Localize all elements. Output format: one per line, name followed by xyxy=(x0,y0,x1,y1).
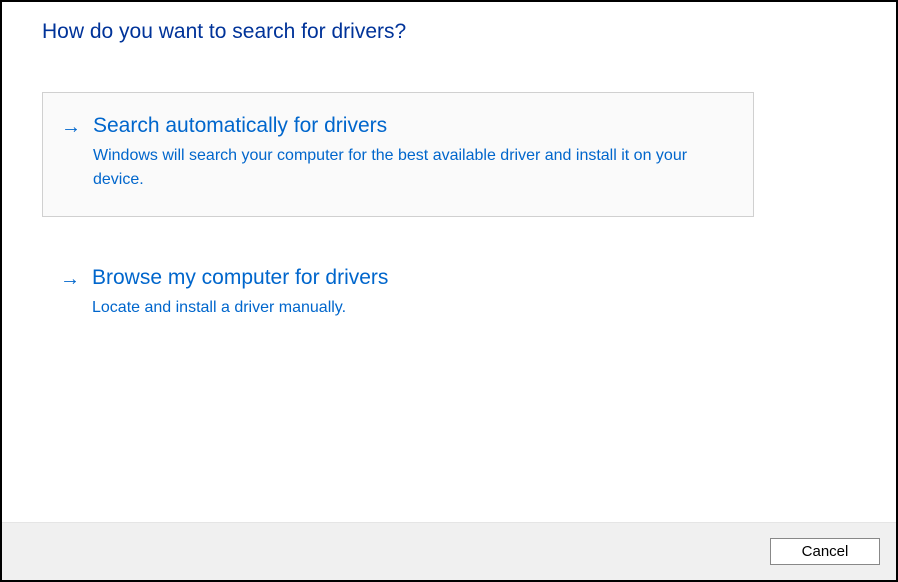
arrow-right-icon: → xyxy=(60,269,80,289)
option-title: Search automatically for drivers xyxy=(93,113,735,138)
option-body: Browse my computer for drivers Locate an… xyxy=(92,265,736,320)
option-description: Windows will search your computer for th… xyxy=(93,144,713,192)
page-title: How do you want to search for drivers? xyxy=(42,20,856,44)
dialog-footer: Cancel xyxy=(2,522,896,580)
option-title: Browse my computer for drivers xyxy=(92,265,736,290)
arrow-right-icon: → xyxy=(61,117,81,137)
cancel-button[interactable]: Cancel xyxy=(770,538,880,565)
option-browse-computer[interactable]: → Browse my computer for drivers Locate … xyxy=(42,245,754,344)
option-description: Locate and install a driver manually. xyxy=(92,296,712,320)
option-body: Search automatically for drivers Windows… xyxy=(93,113,735,192)
option-search-automatically[interactable]: → Search automatically for drivers Windo… xyxy=(42,92,754,217)
dialog-content: How do you want to search for drivers? →… xyxy=(2,2,896,522)
